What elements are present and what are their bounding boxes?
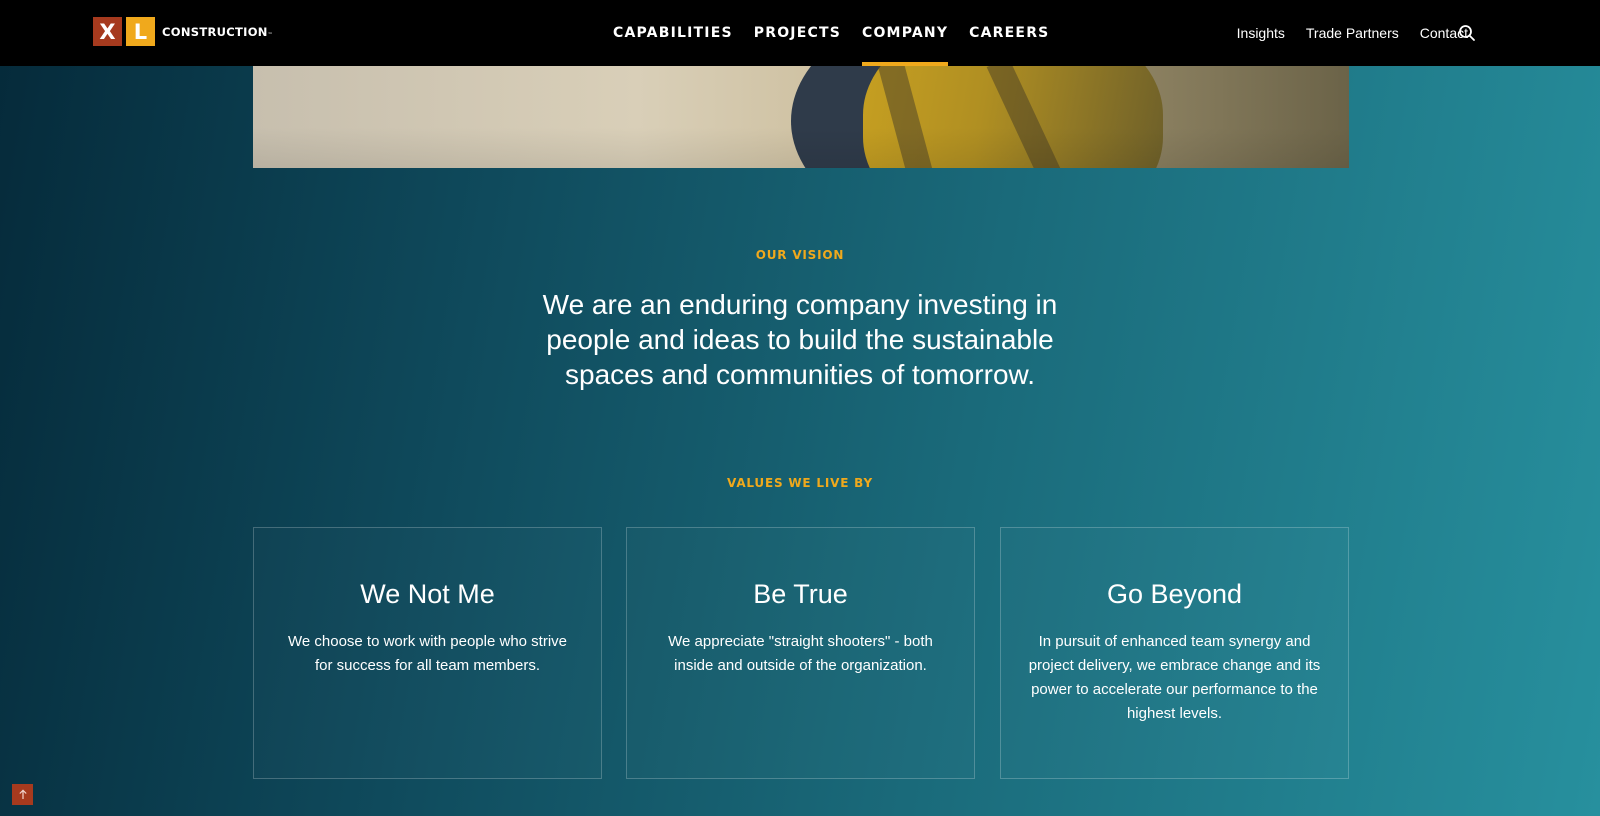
utility-nav: Insights Trade Partners Contact: [1216, 0, 1468, 66]
nav-careers[interactable]: CAREERS: [969, 0, 1049, 66]
main-nav: CAPABILITIES PROJECTS COMPANY CAREERS: [613, 0, 1070, 66]
values-eyebrow: VALUES WE LIVE BY: [727, 476, 873, 490]
value-card-go-beyond: Go Beyond In pursuit of enhanced team sy…: [1000, 527, 1349, 779]
logo-l-mark: L: [126, 17, 155, 46]
logo-trademark: ™: [267, 32, 274, 38]
nav-projects[interactable]: PROJECTS: [754, 0, 841, 66]
nav-capabilities[interactable]: CAPABILITIES: [613, 0, 733, 66]
vision-eyebrow: OUR VISION: [755, 248, 845, 262]
value-card-body: We appreciate "straight shooters" - both…: [668, 633, 933, 674]
nav-trade-partners[interactable]: Trade Partners: [1306, 25, 1399, 41]
value-card-title: Go Beyond: [1106, 579, 1243, 609]
value-card-title: We Not Me: [360, 579, 495, 609]
nav-insights[interactable]: Insights: [1237, 25, 1285, 41]
site-header: X L CONSTRUCTION™ CAPABILITIES PROJECTS …: [0, 0, 1600, 66]
value-card-body: In pursuit of enhanced team synergy and …: [1028, 633, 1321, 722]
search-icon[interactable]: [1458, 24, 1476, 42]
value-card-body: We choose to work with people who strive…: [287, 633, 568, 674]
value-card-we-not-me: We Not Me We choose to work with people …: [253, 527, 602, 779]
vision-statement: We are an enduring company investing in …: [542, 289, 1058, 390]
values-cards: We Not Me We choose to work with people …: [253, 527, 1349, 779]
hero-image: [253, 66, 1349, 168]
hero-overlay: [253, 66, 1349, 168]
logo-x-mark: X: [93, 17, 122, 46]
value-card-be-true: Be True We appreciate "straight shooters…: [626, 527, 975, 779]
back-to-top-button[interactable]: [12, 784, 33, 805]
value-card-title: Be True: [753, 579, 848, 609]
nav-company[interactable]: COMPANY: [861, 0, 949, 66]
site-logo[interactable]: X L CONSTRUCTION™: [93, 17, 273, 46]
logo-wordmark-text: CONSTRUCTION: [162, 25, 268, 39]
logo-wordmark: CONSTRUCTION™: [162, 25, 273, 39]
arrow-up-icon: [18, 789, 27, 799]
